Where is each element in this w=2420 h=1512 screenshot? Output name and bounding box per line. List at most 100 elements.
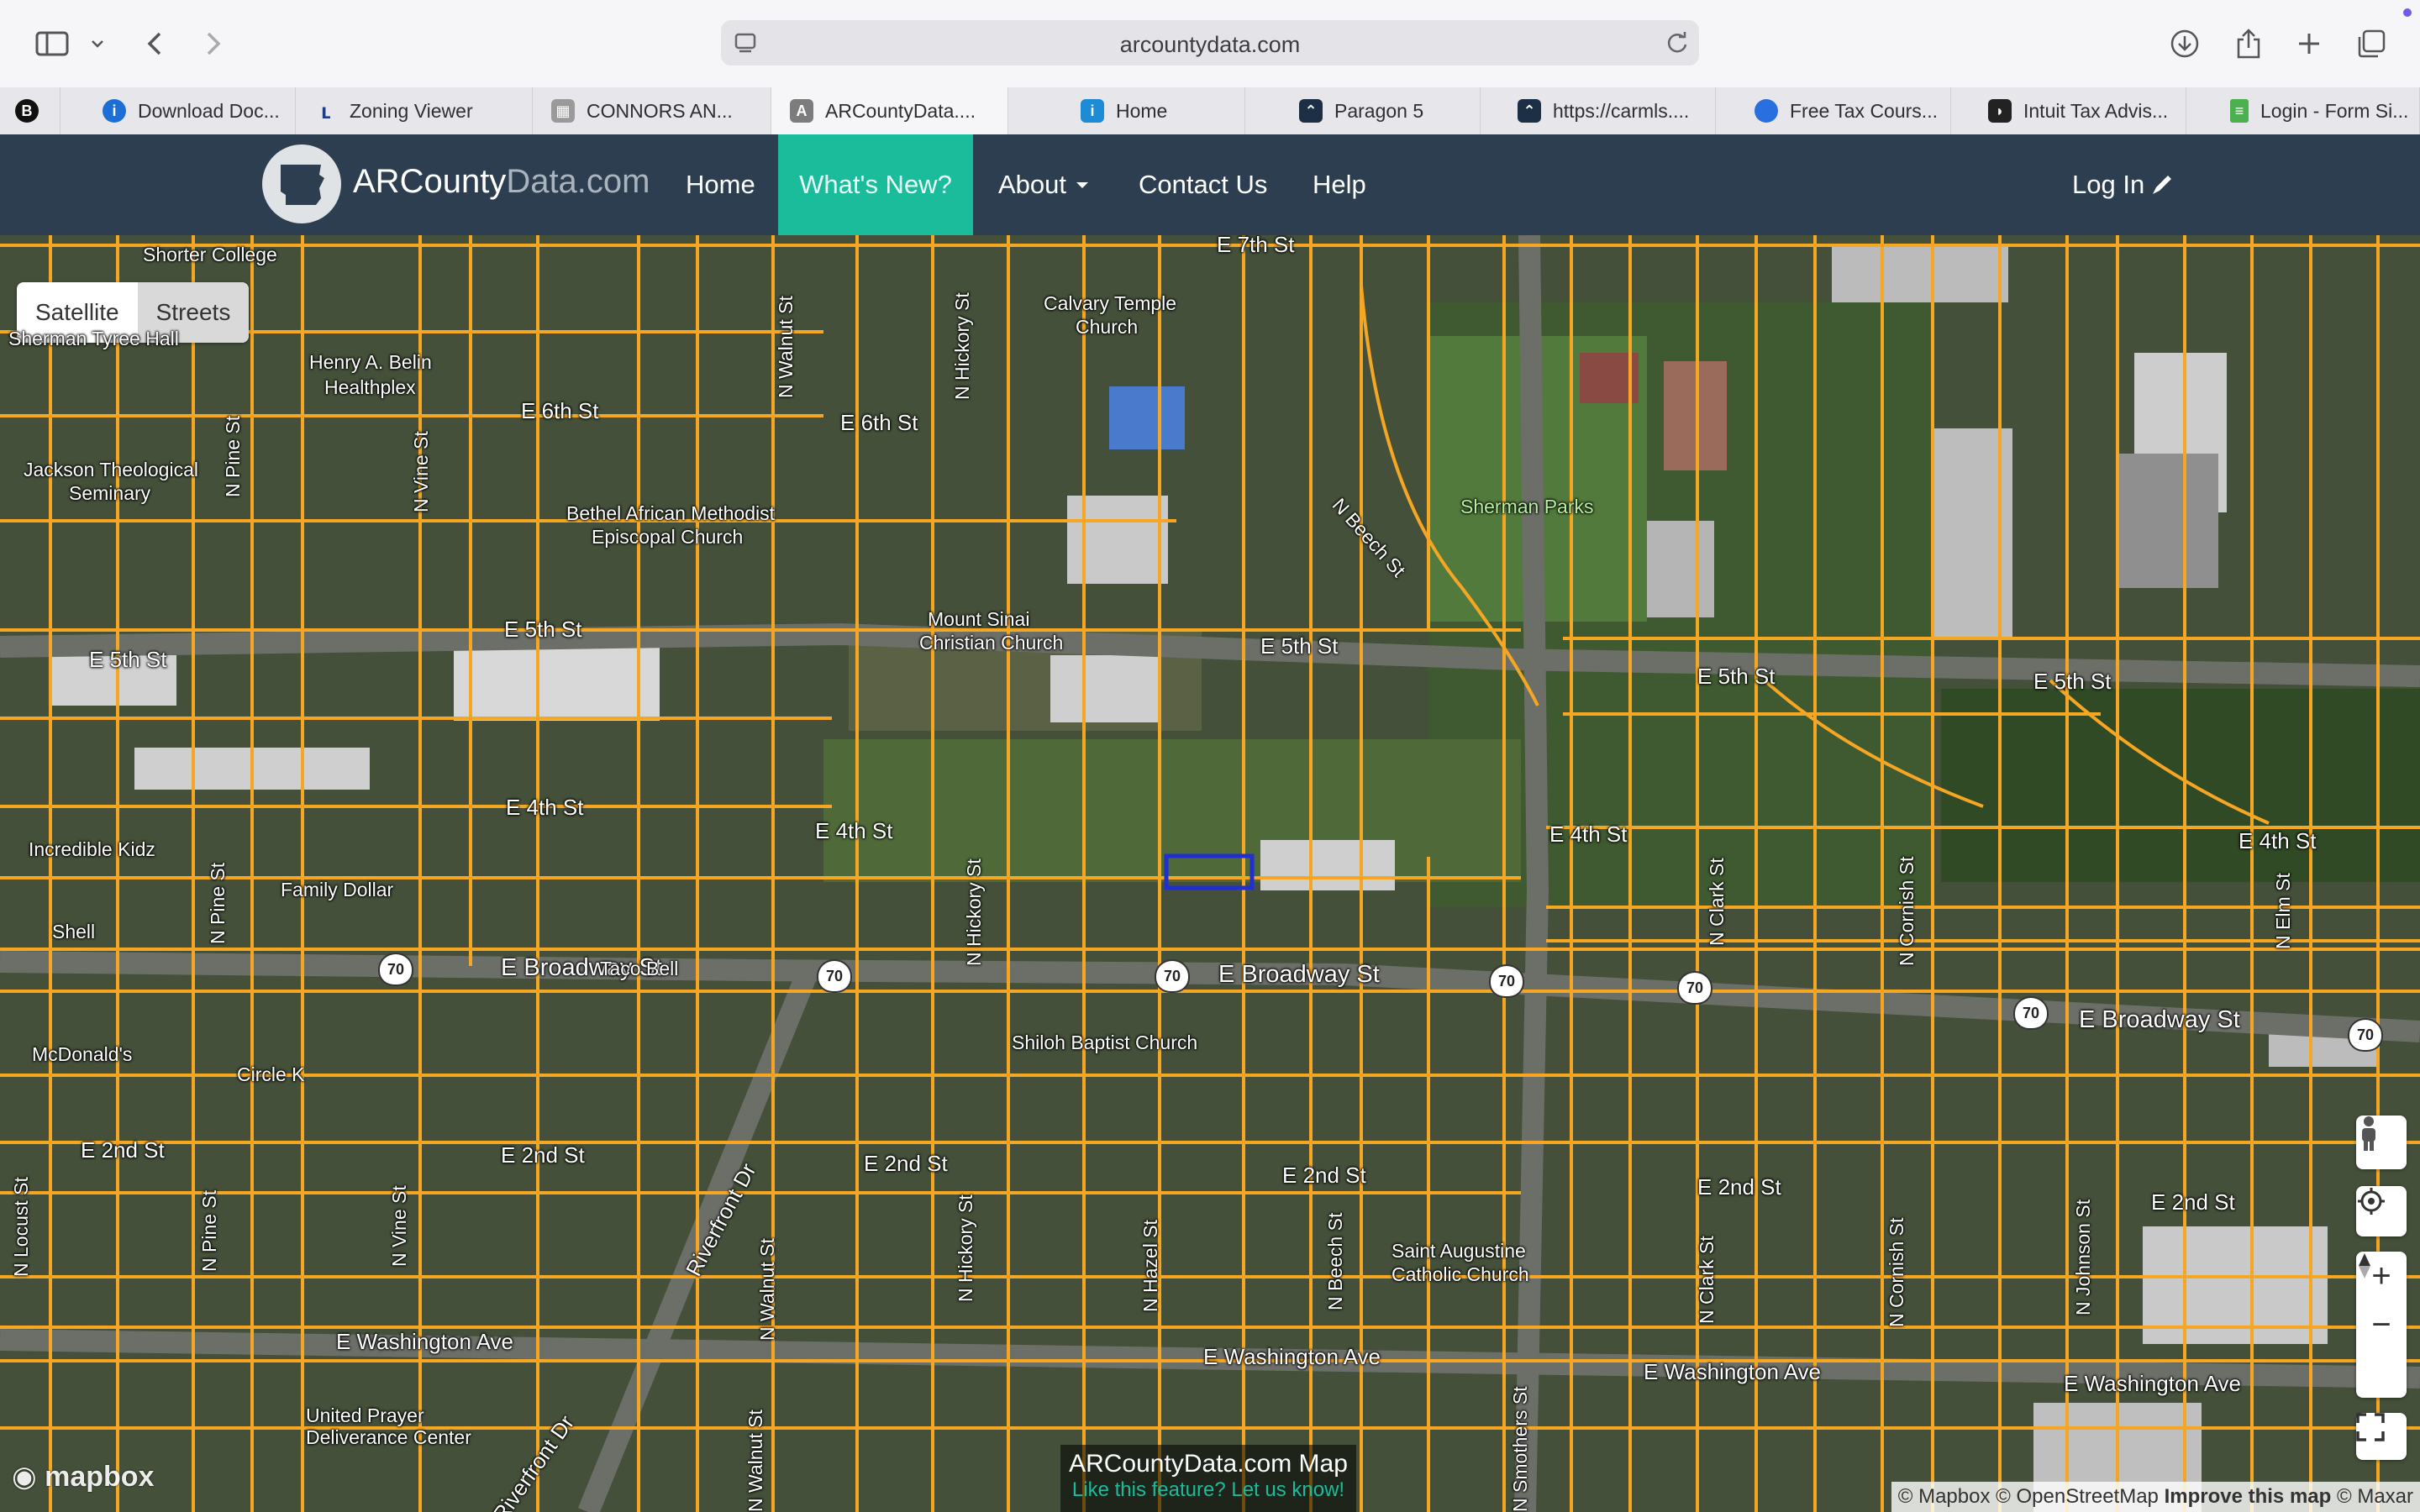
street-label: E 5th St <box>89 647 167 672</box>
parcel-map[interactable]: Satellite Streets E 7th St E 6th St E 6t… <box>0 235 2420 1512</box>
caret-down-icon <box>1076 182 1089 188</box>
browser-toolbar: arcountydata.com <box>0 0 2420 87</box>
nav-home[interactable]: Home <box>686 134 755 235</box>
poi-label: Catholic Church <box>1392 1263 1529 1285</box>
street-label: E 4th St <box>506 795 584 820</box>
tab-login-form[interactable]: ≡ Login - Form Si... <box>2186 87 2420 134</box>
share-icon[interactable] <box>2230 20 2267 67</box>
street-label: N Pine St <box>198 1189 220 1272</box>
tab-download-docs[interactable]: i Download Doc... <box>84 87 296 134</box>
street-label: N Hazel St <box>1139 1220 1161 1312</box>
poi-label: Saint Augustine <box>1392 1240 1526 1262</box>
street-label: N Walnut St <box>756 1238 778 1341</box>
street-label: N Johnson St <box>2072 1199 2094 1315</box>
street-label: E Washington Ave <box>1644 1359 1822 1384</box>
nav-about[interactable]: About <box>998 134 1090 235</box>
tab-paragon[interactable]: ⌃ Paragon 5 <box>1245 87 1481 134</box>
poi-label: Incredible Kidz <box>29 838 155 860</box>
forward-icon[interactable] <box>200 20 227 67</box>
nav-login[interactable]: Log In <box>2072 134 2175 235</box>
street-label: E 5th St <box>2033 669 2112 694</box>
route-shield-icon: 70 <box>817 959 852 993</box>
route-shield-icon: 70 <box>378 953 413 986</box>
poi-label: Circle K <box>237 1063 305 1085</box>
street-label: N Elm St <box>2272 873 2294 949</box>
street-label: E 4th St <box>1549 822 1628 847</box>
street-label: E 6th St <box>521 398 599 423</box>
street-label: N Smothers St <box>1509 1386 1531 1512</box>
geolocate-icon[interactable] <box>2356 1186 2407 1236</box>
chevron-down-icon[interactable] <box>87 20 108 67</box>
street-label: N Walnut St <box>744 1410 766 1512</box>
sidebar-toggle-icon[interactable] <box>32 20 72 67</box>
poi-label: Henry A. Belin <box>309 351 432 373</box>
tab-label: Download Doc... <box>138 99 280 122</box>
nav-about-label: About <box>998 170 1067 199</box>
attribution-maxar[interactable]: © Maxar <box>2337 1485 2413 1509</box>
street-label: N Hickory St <box>963 858 985 966</box>
attribution-osm[interactable]: © OpenStreetMap <box>1996 1485 2159 1509</box>
street-label: N Vine St <box>388 1185 410 1267</box>
route-shield-icon: 70 <box>1489 964 1524 998</box>
home-favicon-icon: i <box>1081 99 1104 123</box>
intuit-favicon-icon: ◗ <box>1988 99 2012 123</box>
poi-label: Church <box>1076 316 1139 338</box>
improve-map-link[interactable]: Improve this map <box>2165 1485 2332 1509</box>
new-tab-icon[interactable] <box>2292 20 2326 67</box>
poi-label: Taco Bell <box>600 958 679 979</box>
attribution-mapbox[interactable]: © Mapbox <box>1898 1485 1991 1509</box>
route-shield-icon: 70 <box>2348 1018 2383 1052</box>
tab-label: ARCountyData.... <box>825 99 976 122</box>
tab-home[interactable]: i Home <box>1008 87 1245 134</box>
mapbox-logo[interactable]: ◉ mapbox <box>12 1460 154 1494</box>
street-label: N Clark St <box>1696 1236 1718 1324</box>
poi-label: Bethel African Methodist <box>566 502 776 524</box>
brand-name[interactable]: ARCountyData.com <box>353 163 650 201</box>
reload-icon[interactable] <box>1665 31 1689 59</box>
poi-label: Family Dollar <box>281 879 394 900</box>
zoom-out-icon[interactable]: − <box>2371 1300 2391 1349</box>
poi-label: Healthplex <box>324 376 416 398</box>
site-logo[interactable] <box>262 144 341 223</box>
b-favicon-icon: B <box>15 99 39 123</box>
street-label: N Pine St <box>207 862 229 944</box>
tab-pinned-b[interactable]: B <box>0 87 60 134</box>
street-label: E Washington Ave <box>336 1329 514 1354</box>
street-label: N Hickory St <box>951 292 973 400</box>
poi-label: Shiloh Baptist Church <box>1012 1032 1198 1053</box>
brand-main: ARCounty <box>353 163 507 200</box>
street-view-pegman-icon[interactable] <box>2356 1116 2407 1169</box>
tab-carmls[interactable]: ⌃ https://carmls.... <box>1481 87 1716 134</box>
nav-contact[interactable]: Contact Us <box>1139 134 1267 235</box>
poi-label: United Prayer <box>306 1404 424 1426</box>
street-label: E 2nd St <box>1697 1174 1781 1200</box>
tab-arcountydata[interactable]: A ARCountyData.... <box>771 87 1008 134</box>
street-label: E 2nd St <box>501 1142 585 1168</box>
feedback-link[interactable]: Like this feature? Let us know! <box>1060 1478 1356 1502</box>
nav-whats-new[interactable]: What's New? <box>778 134 973 235</box>
street-label: E 2nd St <box>2151 1189 2235 1215</box>
tab-zoning-viewer[interactable]: ʟ Zoning Viewer <box>296 87 533 134</box>
street-label: N Cornish St <box>1896 856 1918 966</box>
street-label: N Hickory St <box>955 1194 976 1302</box>
arkansas-state-icon <box>281 165 324 205</box>
info-favicon-icon: i <box>103 99 126 123</box>
zoom-controls: + − <box>2356 1252 2407 1398</box>
poi-label: Christian Church <box>919 632 1064 654</box>
street-label: E 2nd St <box>81 1137 165 1163</box>
downloads-icon[interactable] <box>2166 20 2203 67</box>
address-bar[interactable]: arcountydata.com <box>721 20 1699 66</box>
back-icon[interactable] <box>141 20 168 67</box>
tab-intuit[interactable]: ◗ Intuit Tax Advis... <box>1951 87 2186 134</box>
map-imagery <box>0 235 2420 1512</box>
tab-connors[interactable]: ▦ CONNORS AN... <box>533 87 771 134</box>
nav-help[interactable]: Help <box>1313 134 1366 235</box>
tab-overview-icon[interactable] <box>2353 20 2390 67</box>
tab-free-tax-course[interactable]: Free Tax Cours... <box>1716 87 1951 134</box>
fullscreen-icon[interactable] <box>2356 1413 2407 1460</box>
tab-label: CONNORS AN... <box>587 99 733 122</box>
street-label: E 5th St <box>1697 664 1776 689</box>
paragon-favicon-icon: ⌃ <box>1299 99 1323 123</box>
zoom-in-icon[interactable]: + <box>2371 1252 2391 1300</box>
poi-label: McDonald's <box>32 1043 133 1065</box>
